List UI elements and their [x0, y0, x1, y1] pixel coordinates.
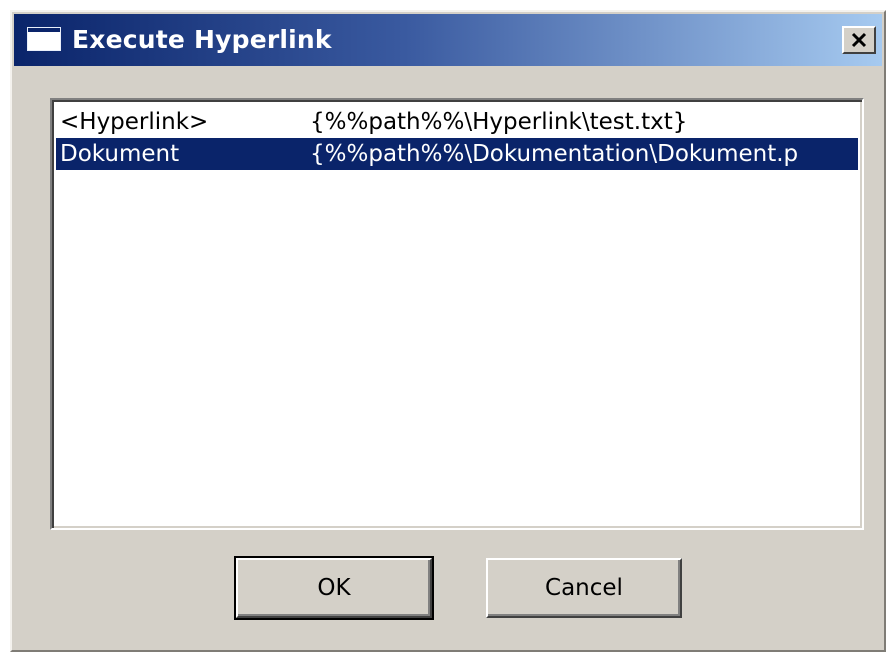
list-item-selected[interactable]: Dokument {%%path%%\Dokumentation\Dokumen…	[56, 138, 858, 170]
dialog-title: Execute Hyperlink	[72, 25, 332, 54]
hyperlink-name: <Hyperlink>	[60, 109, 209, 135]
window-icon	[27, 27, 61, 51]
ok-button[interactable]: OK	[234, 556, 434, 620]
cancel-button[interactable]: Cancel	[486, 558, 682, 618]
hyperlink-name: Dokument	[60, 141, 180, 167]
hyperlink-list[interactable]: <Hyperlink> {%%path%%\Hyperlink\test.txt…	[50, 98, 864, 530]
close-button[interactable]	[842, 26, 876, 54]
list-item[interactable]: <Hyperlink> {%%path%%\Hyperlink\test.txt…	[56, 106, 858, 138]
close-icon	[851, 32, 867, 48]
hyperlink-path: {%%path%%\Hyperlink\test.txt}	[310, 109, 688, 135]
title-bar[interactable]: Execute Hyperlink	[14, 14, 882, 66]
hyperlink-path: {%%path%%\Dokumentation\Dokument.p	[310, 141, 799, 167]
execute-hyperlink-dialog: Execute Hyperlink <Hyperlink> {%%path%%\…	[10, 10, 886, 652]
